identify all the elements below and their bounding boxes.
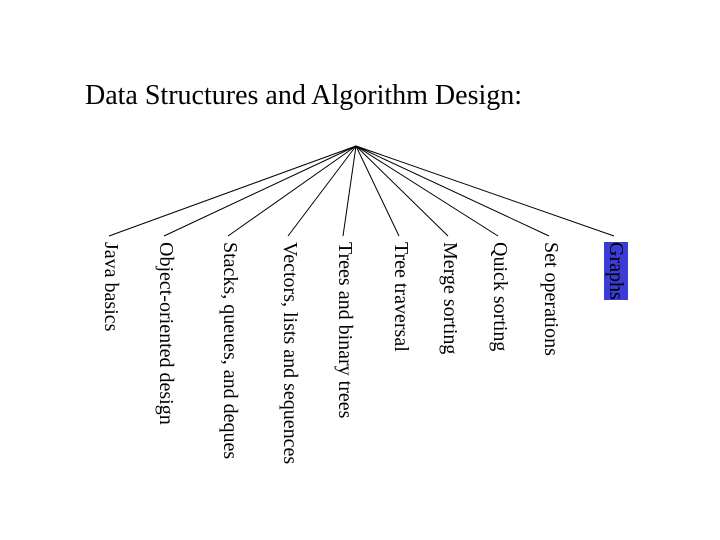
topic-item: Quick sorting [488,242,511,351]
topic-item: Merge sorting [438,242,461,354]
topic-item: Trees and binary trees [333,242,356,418]
topic-item: Java basics [99,242,122,331]
topic-item: Tree traversal [389,242,412,352]
topic-label-highlight: Graphs [604,242,628,300]
topic-item: Stacks, queues, and deques [218,242,241,459]
topic-item: Set operations [539,242,562,356]
topic-item: Graphs [604,242,627,300]
topic-item: Object-oriented design [154,242,177,425]
topic-item: Vectors, lists and sequences [278,242,301,464]
